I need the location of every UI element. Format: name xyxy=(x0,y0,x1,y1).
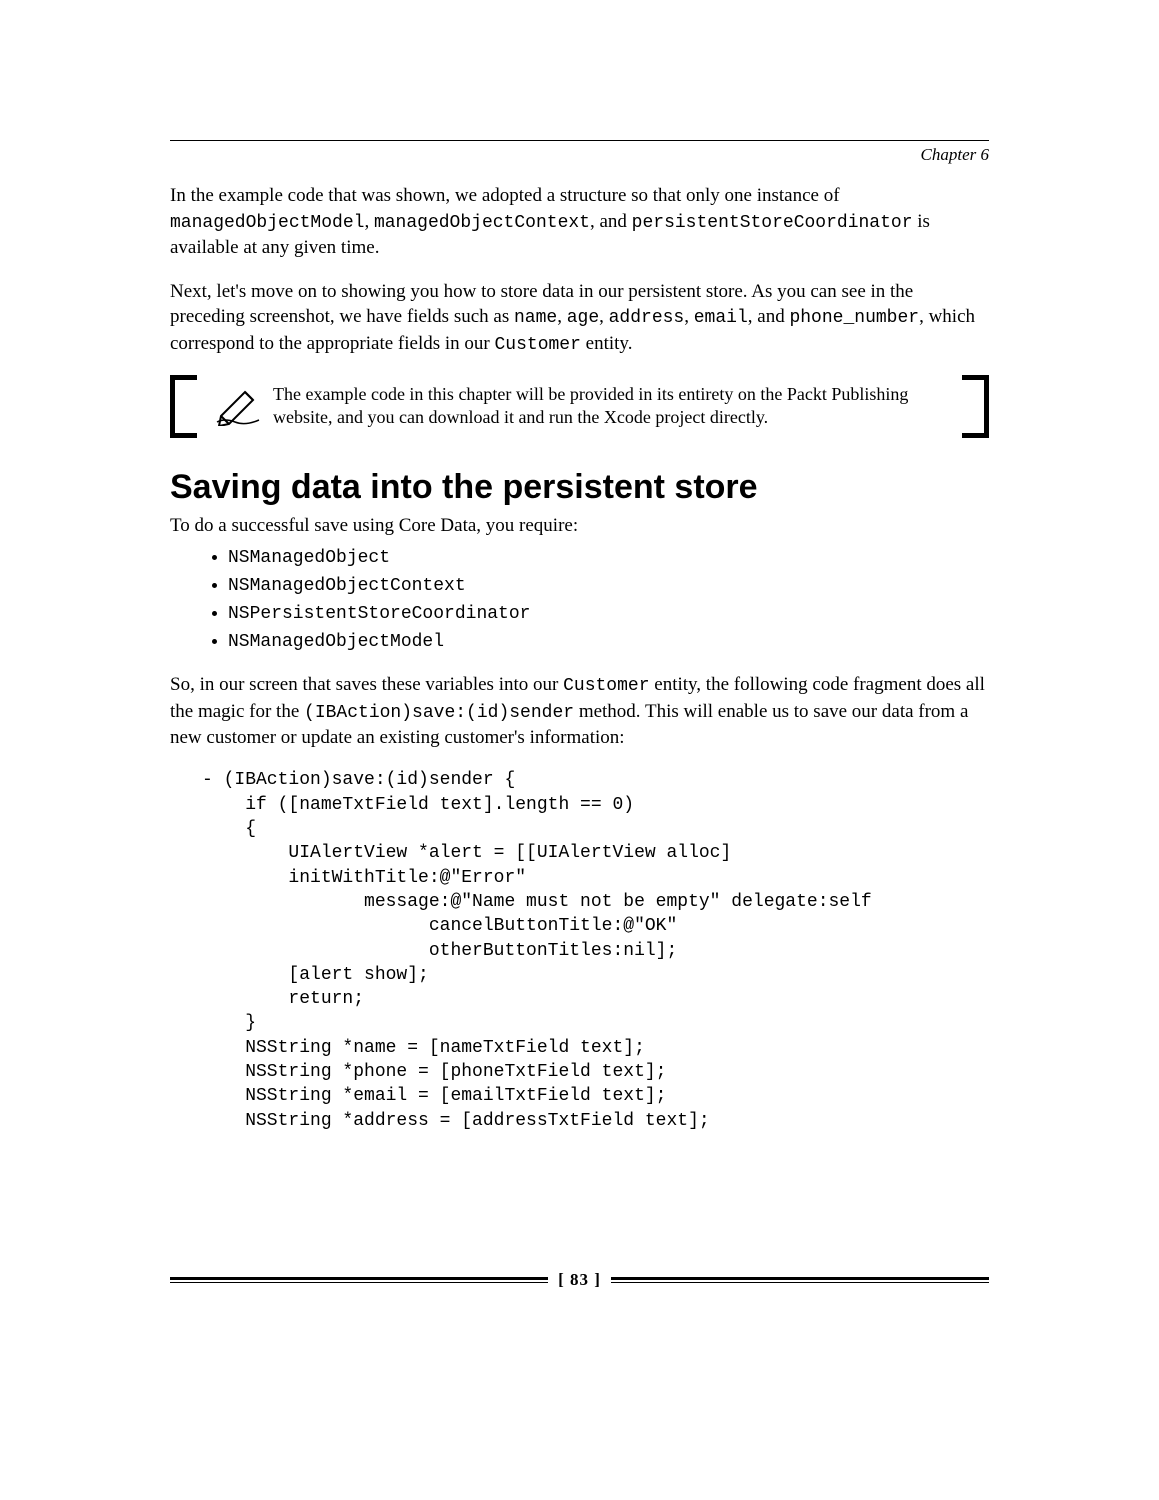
inline-code: name xyxy=(514,308,557,328)
text: In the example code that was shown, we a… xyxy=(170,185,840,206)
text: , and xyxy=(748,306,790,327)
paragraph-1: In the example code that was shown, we a… xyxy=(170,183,989,261)
list-item: NSManagedObjectModel xyxy=(228,628,989,656)
note-inner: The example code in this chapter will be… xyxy=(197,375,962,438)
inline-code: phone_number xyxy=(789,308,919,328)
list-item: NSPersistentStoreCoordinator xyxy=(228,600,989,628)
inline-code: Customer xyxy=(563,676,649,696)
pencil-note-icon xyxy=(211,386,267,426)
list-item: NSManagedObjectContext xyxy=(228,572,989,600)
chapter-label: Chapter 6 xyxy=(170,145,989,165)
text: , and xyxy=(590,211,632,232)
note-text: The example code in this chapter will be… xyxy=(267,383,948,430)
header-rule xyxy=(170,140,989,141)
text: , xyxy=(557,306,567,327)
section-heading: Saving data into the persistent store xyxy=(170,468,989,507)
paragraph-3: So, in our screen that saves these varia… xyxy=(170,672,989,750)
inline-code: Customer xyxy=(494,335,580,355)
inline-code: address xyxy=(609,308,685,328)
footer-rule-right xyxy=(611,1277,989,1283)
code-block: - (IBAction)save:(id)sender { if ([nameT… xyxy=(170,768,989,1132)
bracket-right-icon xyxy=(962,375,989,438)
inline-code: managedObjectModel xyxy=(170,213,364,233)
inline-code: persistentStoreCoordinator xyxy=(632,213,913,233)
inline-code: age xyxy=(567,308,599,328)
paragraph-2: Next, let's move on to showing you how t… xyxy=(170,279,989,357)
page-footer: [ 83 ] xyxy=(170,1270,989,1290)
text: , xyxy=(364,211,374,232)
footer-rule-left xyxy=(170,1277,548,1283)
note-box: The example code in this chapter will be… xyxy=(170,375,989,438)
text: , xyxy=(599,306,609,327)
page: Chapter 6 In the example code that was s… xyxy=(0,0,1159,1500)
page-number: [ 83 ] xyxy=(548,1270,611,1290)
text: entity. xyxy=(581,333,633,354)
section-intro: To do a successful save using Core Data,… xyxy=(170,513,989,539)
list-item: NSManagedObject xyxy=(228,544,989,572)
text: So, in our screen that saves these varia… xyxy=(170,674,563,695)
bracket-left-icon xyxy=(170,375,197,438)
inline-code: (IBAction)save:(id)sender xyxy=(304,703,574,723)
text: , xyxy=(684,306,694,327)
inline-code: managedObjectContext xyxy=(374,213,590,233)
requirements-list: NSManagedObject NSManagedObjectContext N… xyxy=(170,544,989,656)
inline-code: email xyxy=(694,308,748,328)
